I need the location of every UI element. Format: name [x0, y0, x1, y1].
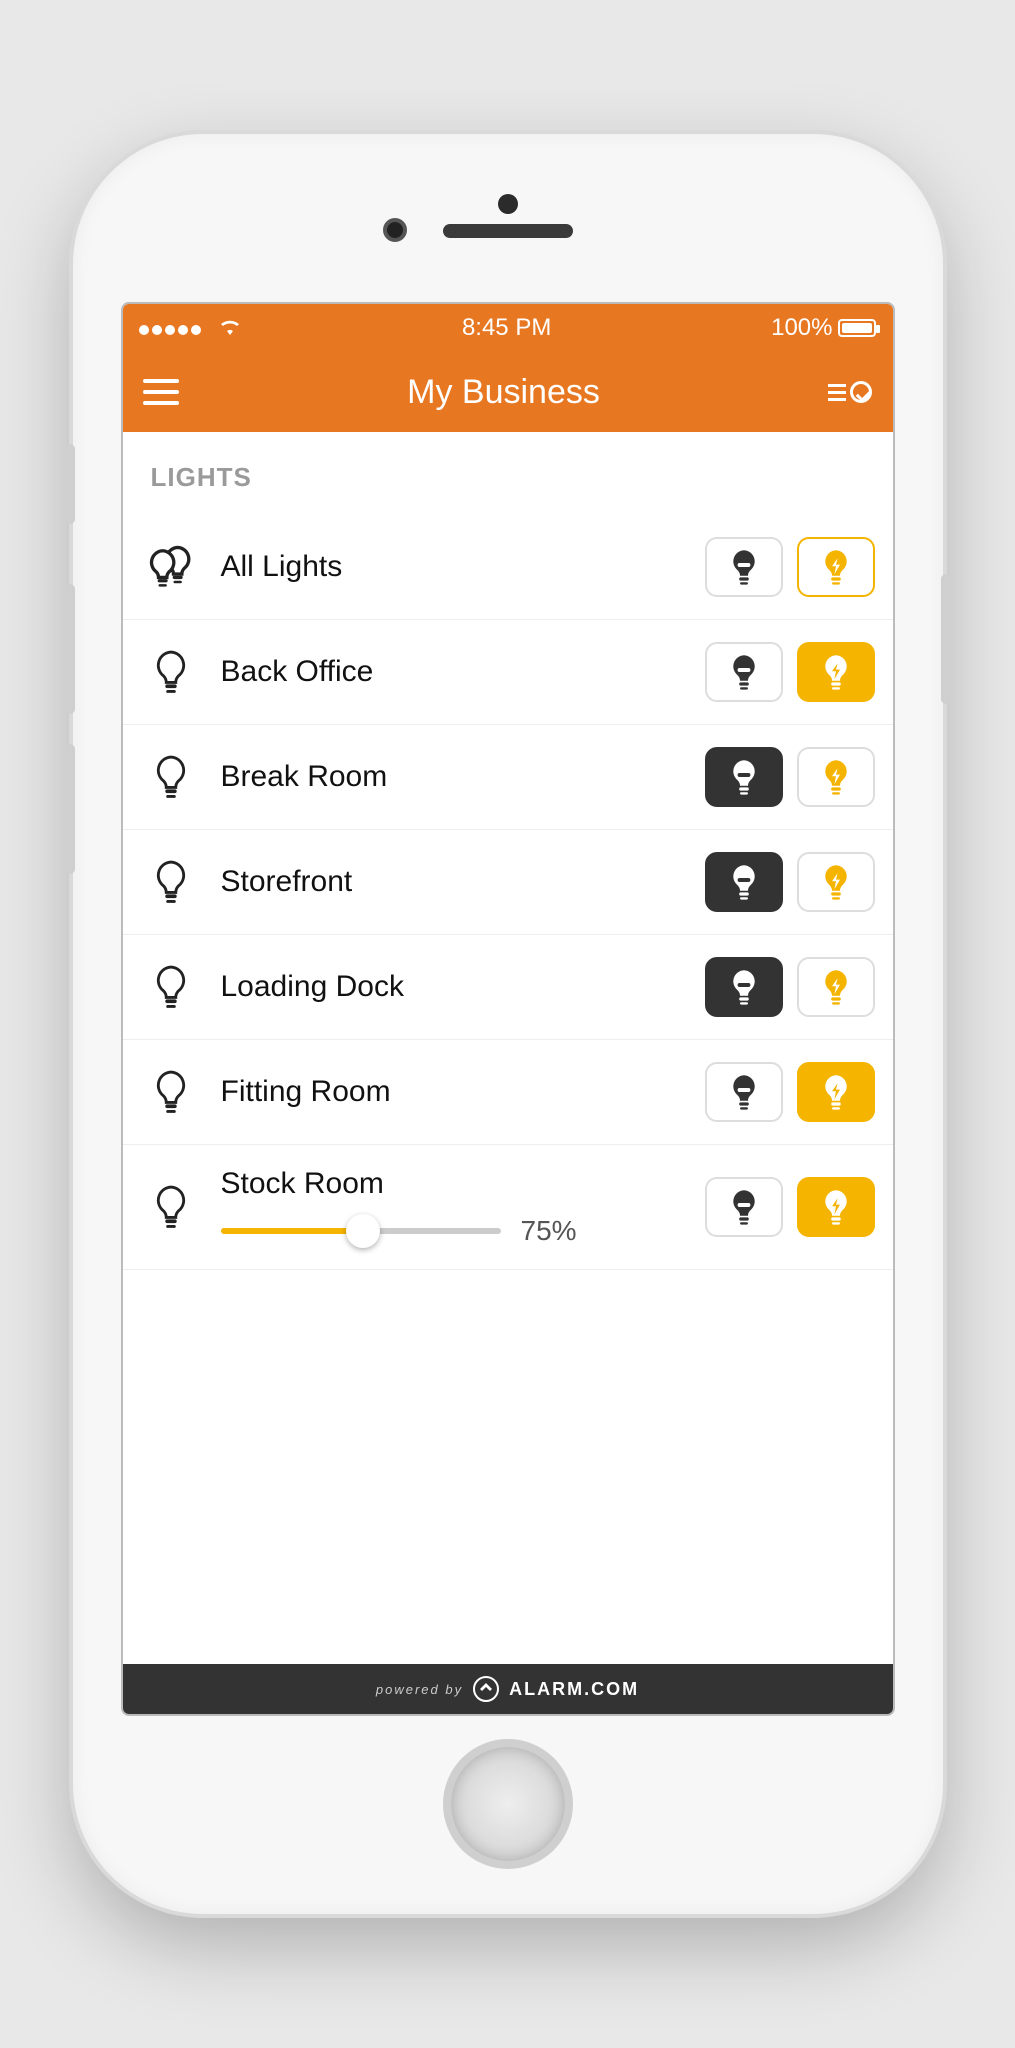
light-off-button[interactable]	[705, 1177, 783, 1237]
footer: powered by ALARM.COM	[123, 1664, 893, 1714]
bulb-icon	[141, 858, 201, 906]
lights-icon	[141, 543, 201, 591]
light-label: Storefront	[221, 865, 685, 899]
light-on-button[interactable]	[797, 1177, 875, 1237]
light-label: Fitting Room	[221, 1075, 685, 1109]
scenes-icon[interactable]	[828, 381, 872, 403]
signal-indicator	[139, 314, 243, 342]
page-title: My Business	[407, 373, 600, 412]
light-label: Loading Dock	[221, 970, 685, 1004]
light-toggle-group	[705, 747, 875, 807]
light-toggle-group	[705, 1177, 875, 1237]
bulb-icon	[141, 963, 201, 1011]
phone-camera	[383, 218, 407, 242]
light-on-button[interactable]	[797, 642, 875, 702]
light-label: All Lights	[221, 550, 685, 584]
nav-bar: My Business	[123, 352, 893, 432]
light-toggle-group	[705, 537, 875, 597]
status-time: 8:45 PM	[462, 314, 551, 342]
light-on-button[interactable]	[797, 747, 875, 807]
light-toggle-group	[705, 957, 875, 1017]
phone-speaker	[443, 224, 573, 238]
light-label: Break Room	[221, 760, 685, 794]
phone-side-button	[65, 584, 75, 714]
footer-powered: powered by	[376, 1682, 463, 1697]
light-label: Back Office	[221, 655, 685, 689]
light-row: Break Room	[123, 725, 893, 830]
bulb-icon	[141, 1068, 201, 1116]
light-off-button[interactable]	[705, 1062, 783, 1122]
menu-icon[interactable]	[143, 379, 179, 405]
dimmer-slider[interactable]	[221, 1216, 501, 1246]
light-toggle-group	[705, 642, 875, 702]
status-bar: 8:45 PM 100%	[123, 304, 893, 352]
battery-text: 100%	[771, 314, 832, 342]
light-off-button[interactable]	[705, 852, 783, 912]
light-on-button[interactable]	[797, 852, 875, 912]
light-row: Storefront	[123, 830, 893, 935]
footer-brand: ALARM.COM	[509, 1679, 639, 1700]
light-row: All Lights	[123, 515, 893, 620]
section-label: LIGHTS	[123, 432, 893, 515]
screen: 8:45 PM 100% My Business LIGHTS	[123, 304, 893, 1714]
home-button[interactable]	[443, 1739, 573, 1869]
bulb-icon	[141, 753, 201, 801]
phone-frame: 8:45 PM 100% My Business LIGHTS	[73, 134, 943, 1914]
light-off-button[interactable]	[705, 747, 783, 807]
light-on-button[interactable]	[797, 1062, 875, 1122]
wifi-icon	[218, 317, 242, 335]
content: LIGHTS All Lights Back Office	[123, 432, 893, 1664]
battery-icon	[838, 319, 876, 337]
alarm-logo-icon	[473, 1676, 499, 1702]
light-on-button[interactable]	[797, 537, 875, 597]
light-off-button[interactable]	[705, 957, 783, 1017]
light-off-button[interactable]	[705, 642, 783, 702]
phone-side-button	[941, 574, 951, 704]
phone-side-button	[65, 744, 75, 874]
dimmer-percent: 75%	[521, 1215, 591, 1247]
light-on-button[interactable]	[797, 957, 875, 1017]
battery-indicator: 100%	[771, 314, 876, 342]
phone-side-button	[65, 444, 75, 524]
bulb-icon	[141, 648, 201, 696]
light-off-button[interactable]	[705, 537, 783, 597]
light-label: Stock Room	[221, 1167, 685, 1201]
light-row: Back Office	[123, 620, 893, 725]
light-row: Loading Dock	[123, 935, 893, 1040]
light-row: Stock Room 75%	[123, 1145, 893, 1270]
phone-sensor	[498, 194, 518, 214]
signal-dots-icon	[139, 314, 211, 341]
light-toggle-group	[705, 852, 875, 912]
bulb-icon	[141, 1183, 201, 1231]
light-row: Fitting Room	[123, 1040, 893, 1145]
light-toggle-group	[705, 1062, 875, 1122]
